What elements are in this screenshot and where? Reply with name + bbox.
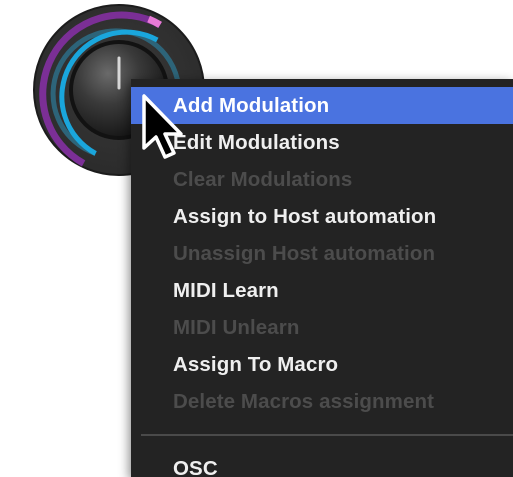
stage: Add Modulation Edit Modulations Clear Mo… [0, 0, 513, 477]
arrow-pointer-icon [140, 94, 192, 164]
menu-item-unassign-host-automation: Unassign Host automation [173, 242, 436, 265]
menu-item-osc[interactable]: OSC [131, 450, 513, 477]
menu-item-clear-modulations: Clear Modulations [173, 168, 353, 191]
menu-item-assign-host-automation[interactable]: Assign to Host automation [131, 198, 513, 235]
menu-item-midi-unlearn: MIDI Unlearn [173, 316, 300, 339]
menu-separator [141, 434, 513, 436]
menu-item-delete-macros-assignment: Delete Macros assignment [173, 390, 435, 413]
menu-item-assign-to-macro[interactable]: Assign To Macro [131, 346, 513, 383]
menu-footer-list: OSC [131, 450, 513, 477]
menu-item-midi-learn[interactable]: MIDI Learn [131, 272, 513, 309]
